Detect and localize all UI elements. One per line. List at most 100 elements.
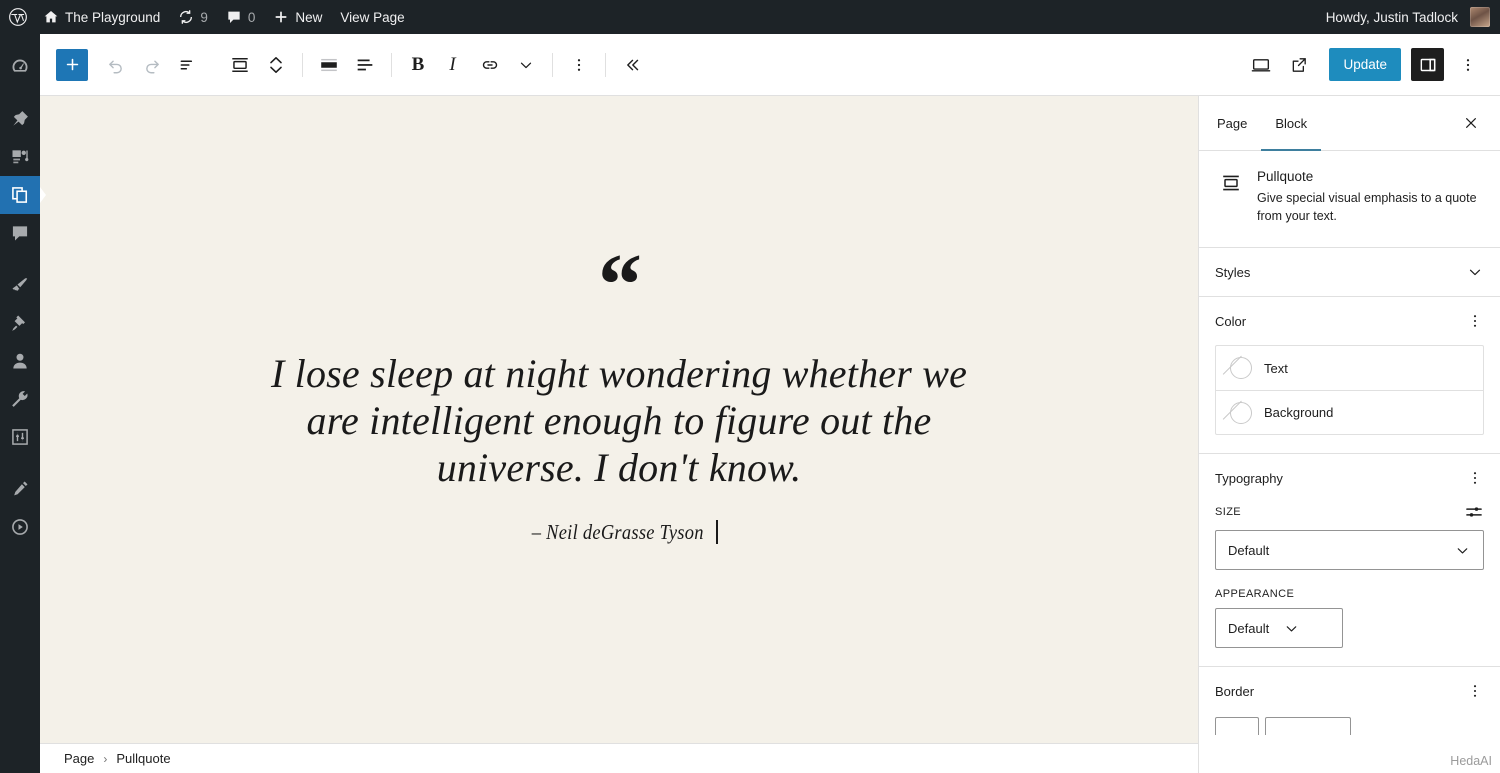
sidebar-item-media[interactable]: [0, 138, 40, 176]
plus-icon: [64, 56, 81, 73]
sidebar-item-dashboard[interactable]: [0, 48, 40, 86]
sidebar-item-tools[interactable]: [0, 380, 40, 418]
panel-border: Border: [1199, 667, 1500, 735]
more-menu-button[interactable]: [1450, 47, 1486, 83]
color-options-list: Text Background: [1215, 345, 1484, 435]
panel-color-header: Color: [1215, 297, 1484, 345]
color-row-background[interactable]: Background: [1216, 390, 1483, 434]
close-sidebar-button[interactable]: [1458, 96, 1484, 150]
settings-sidebar-toggle[interactable]: [1411, 48, 1444, 81]
sidebar-item-editor[interactable]: [0, 470, 40, 508]
sliders-icon[interactable]: [1464, 502, 1484, 522]
color-row-text[interactable]: Text: [1216, 346, 1483, 390]
sidebar-panel-icon: [1418, 55, 1438, 75]
sidebar-item-player[interactable]: [0, 508, 40, 546]
editor-toolbar-right: Update: [1243, 47, 1486, 83]
appearance-select[interactable]: Default: [1215, 608, 1343, 648]
wordpress-logo-button[interactable]: [0, 0, 34, 34]
redo-button[interactable]: [134, 47, 170, 83]
bold-button[interactable]: B: [400, 47, 436, 83]
collapse-toolbar-button[interactable]: [614, 47, 650, 83]
sidebar-item-pages[interactable]: [0, 176, 40, 214]
font-size-select[interactable]: Default: [1215, 530, 1484, 570]
text-align-left-icon: [354, 54, 376, 76]
play-circle-icon: [10, 517, 30, 537]
breadcrumb-item-page[interactable]: Page: [64, 751, 94, 766]
new-content-button[interactable]: New: [264, 0, 331, 34]
align-full-width-icon: [318, 54, 340, 76]
pin-icon: [10, 109, 30, 129]
pages-icon: [10, 185, 30, 205]
list-view-button[interactable]: [170, 47, 206, 83]
editor-canvas[interactable]: “ I lose sleep at night wondering whethe…: [40, 96, 1198, 743]
toolbar-divider: [302, 53, 303, 77]
chevron-down-icon: [517, 56, 535, 74]
wrench-icon: [10, 389, 30, 409]
editor-toolbar: B I: [40, 34, 1500, 96]
text-align-button[interactable]: [347, 47, 383, 83]
undo-button[interactable]: [98, 47, 134, 83]
font-size-label-row: SIZE: [1215, 502, 1484, 522]
media-icon: [10, 147, 30, 167]
sidebar-item-settings[interactable]: [0, 418, 40, 456]
pullquote-citation[interactable]: – Neil deGrasse Tyson: [532, 520, 704, 545]
user-icon: [10, 351, 30, 371]
link-icon: [480, 55, 500, 75]
border-options-button[interactable]: [1466, 682, 1484, 700]
italic-button[interactable]: I: [436, 47, 472, 83]
panel-color: Color Text Background: [1199, 297, 1500, 454]
plus-icon: [273, 9, 289, 25]
comments-button[interactable]: 0: [217, 0, 265, 34]
panel-color-title: Color: [1215, 314, 1246, 329]
sidebar-item-users[interactable]: [0, 342, 40, 380]
breadcrumb-item-pullquote[interactable]: Pullquote: [116, 751, 170, 766]
undo-arrow-icon: [106, 55, 126, 75]
panel-styles-header[interactable]: Styles: [1215, 248, 1484, 296]
none-color-swatch: [1230, 357, 1252, 379]
tab-page[interactable]: Page: [1203, 96, 1261, 150]
block-type-button[interactable]: [222, 47, 258, 83]
account-menu-button[interactable]: Howdy, Justin Tadlock: [1317, 0, 1462, 34]
preview-button[interactable]: [1243, 47, 1279, 83]
double-chevron-left-icon: [622, 55, 642, 75]
none-color-swatch: [1230, 402, 1252, 424]
view-page-button[interactable]: View Page: [331, 0, 413, 34]
pullquote-block[interactable]: “ I lose sleep at night wondering whethe…: [40, 254, 1198, 545]
panel-typography-header: Typography: [1215, 454, 1484, 502]
color-row-background-label: Background: [1264, 405, 1333, 420]
border-color-control[interactable]: [1215, 717, 1259, 735]
settings-sidebar: Page Block Pullquote Give special visua: [1198, 96, 1500, 773]
chevron-down-icon: [1454, 542, 1471, 559]
panel-styles[interactable]: Styles: [1199, 248, 1500, 297]
sidebar-item-appearance[interactable]: [0, 266, 40, 304]
color-options-button[interactable]: [1466, 312, 1484, 330]
typography-options-button[interactable]: [1466, 469, 1484, 487]
updates-count: 9: [200, 10, 208, 25]
chevron-down-icon[interactable]: [1466, 263, 1484, 281]
block-inserter-button[interactable]: [56, 49, 88, 81]
updates-button[interactable]: 9: [169, 0, 217, 34]
settings-sliders-icon: [10, 427, 30, 447]
update-button[interactable]: Update: [1329, 48, 1401, 81]
more-formats-button[interactable]: [508, 47, 544, 83]
link-button[interactable]: [472, 47, 508, 83]
block-movers-button[interactable]: [258, 47, 294, 83]
font-size-label: SIZE: [1215, 506, 1241, 518]
sidebar-item-plugins[interactable]: [0, 304, 40, 342]
align-button[interactable]: [311, 47, 347, 83]
sidebar-item-posts[interactable]: [0, 100, 40, 138]
site-name-button[interactable]: The Playground: [34, 0, 169, 34]
toolbar-divider: [605, 53, 606, 77]
pullquote-text[interactable]: I lose sleep at night wondering whether …: [269, 351, 969, 491]
tab-block[interactable]: Block: [1261, 96, 1321, 150]
panel-typography-body: SIZE Default: [1215, 502, 1484, 666]
avatar[interactable]: [1470, 7, 1490, 27]
sidebar-item-comments[interactable]: [0, 214, 40, 252]
block-options-button[interactable]: [561, 47, 597, 83]
redo-arrow-icon: [142, 55, 162, 75]
font-size-value: Default: [1228, 543, 1269, 558]
appearance-label: APPEARANCE: [1215, 588, 1294, 600]
border-width-control[interactable]: [1265, 717, 1351, 735]
updates-icon: [178, 9, 194, 25]
view-site-button[interactable]: [1281, 47, 1317, 83]
